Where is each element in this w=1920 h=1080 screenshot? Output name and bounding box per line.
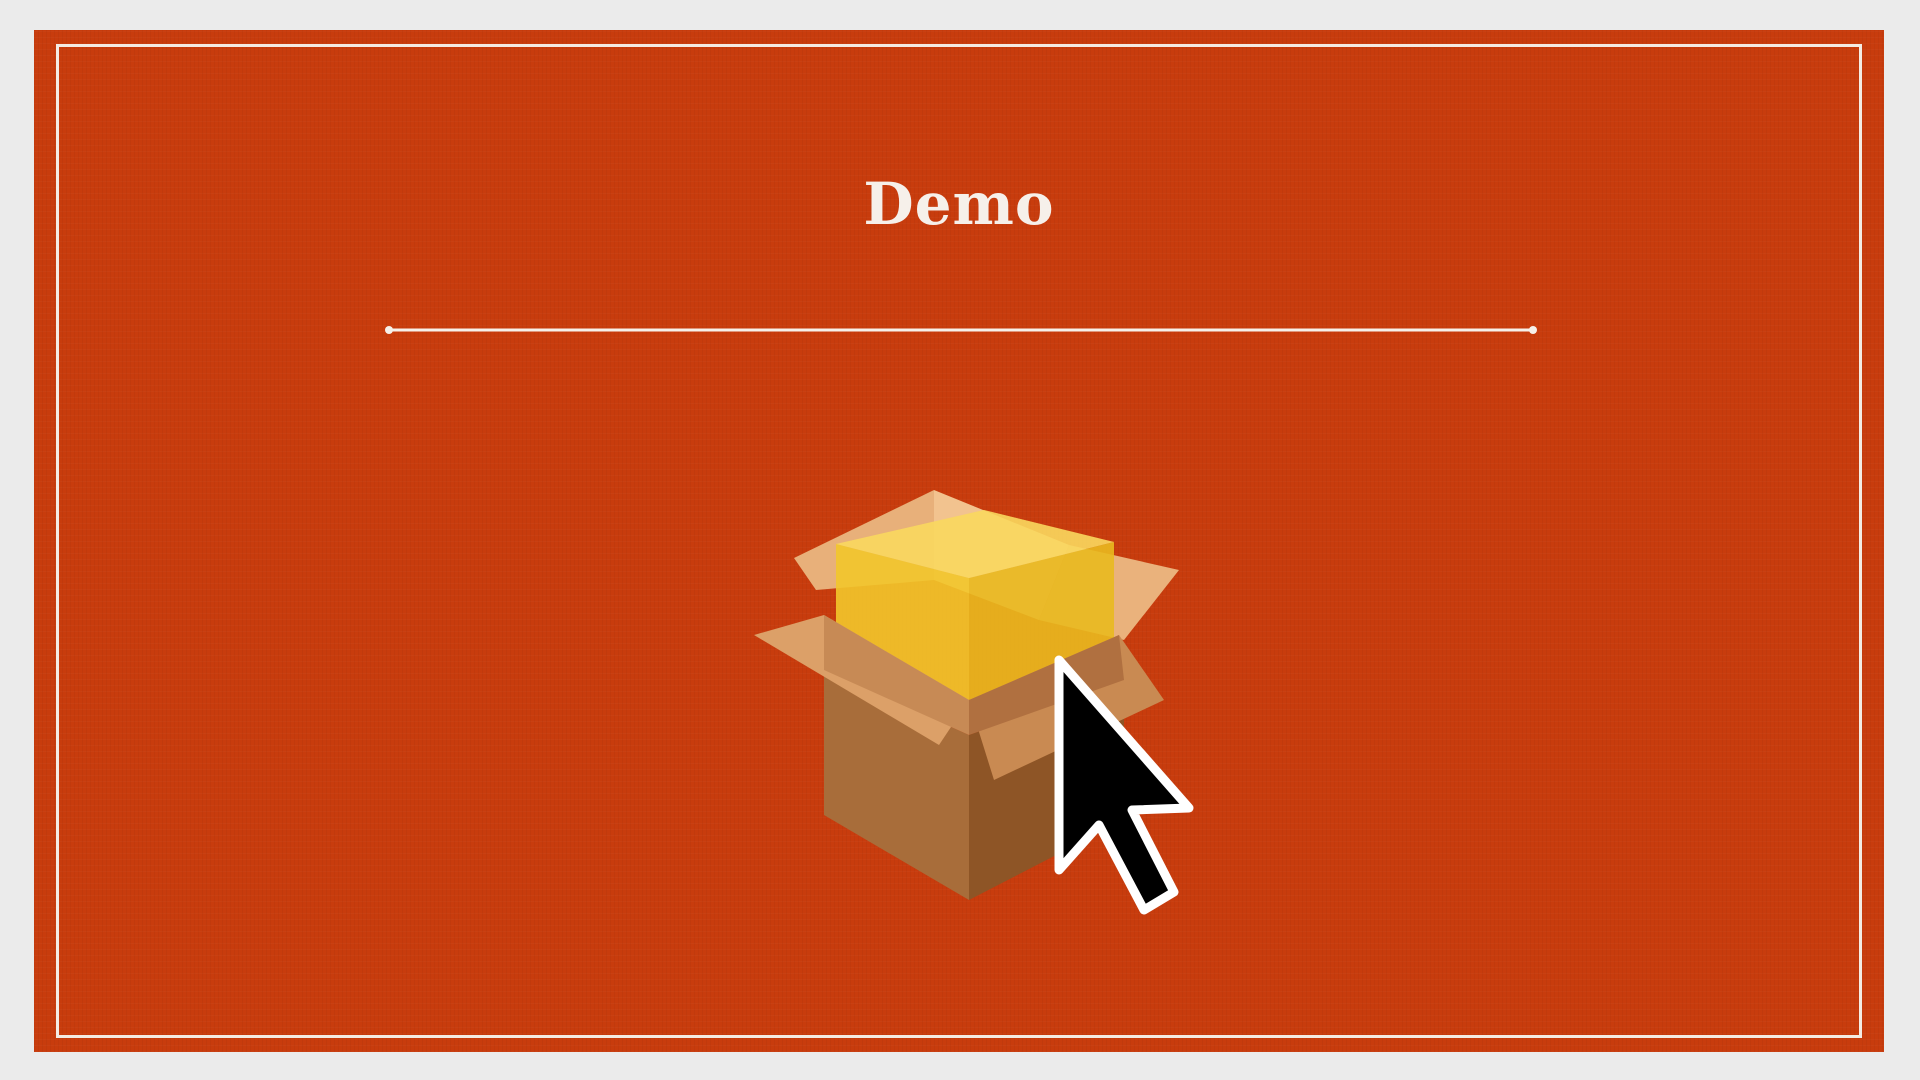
page: Demo (0, 0, 1920, 1080)
slide-title: Demo (863, 170, 1055, 238)
package-installer-icon (754, 490, 1194, 915)
title-divider (385, 326, 1537, 334)
slide: Demo (34, 30, 1884, 1052)
